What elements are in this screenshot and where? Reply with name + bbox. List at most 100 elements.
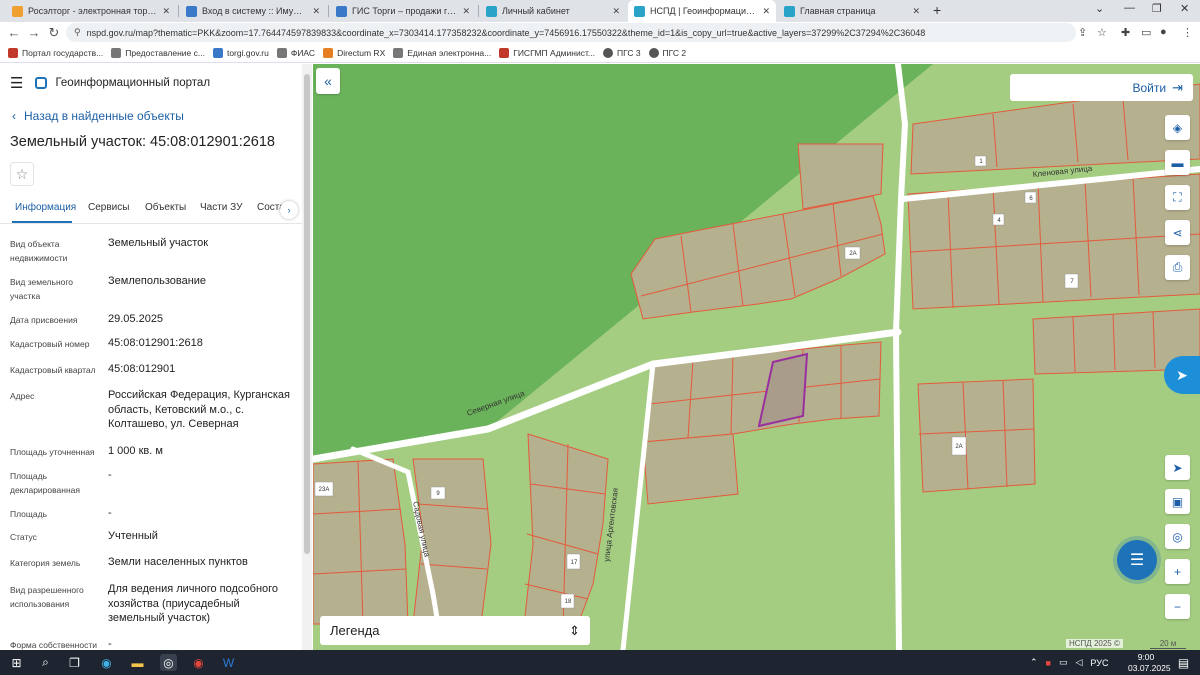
object-info-panel: ☰ Геоинформационный портал ‹ Назад в най… xyxy=(0,64,313,650)
file-explorer-icon[interactable]: ▬ xyxy=(129,654,146,671)
close-icon[interactable]: ✕ xyxy=(912,6,920,17)
back-arrow-icon[interactable]: ← xyxy=(4,25,24,40)
area-select-button[interactable]: ⛶ xyxy=(1165,185,1190,210)
kebab-menu-icon[interactable]: ⋮ xyxy=(1182,26,1193,39)
double-chevron-left-icon: « xyxy=(324,73,332,89)
back-to-results-link[interactable]: ‹ Назад в найденные объекты xyxy=(12,109,184,123)
clock[interactable]: 9:00 03.07.2025 xyxy=(1128,652,1171,674)
bookmark[interactable]: Портал государств... xyxy=(8,47,104,58)
geolocation-icon: ◎ xyxy=(1172,529,1183,544)
browser-tab[interactable]: ГИС Торги – продажи государс ✕ xyxy=(330,0,476,22)
language-indicator[interactable]: РУС xyxy=(1090,658,1108,668)
collapse-panel-button[interactable]: « xyxy=(316,68,340,94)
bookmark[interactable]: ПГС 2 xyxy=(648,47,686,58)
tab-information[interactable]: Информация xyxy=(15,202,76,213)
locate-button[interactable]: ➤ xyxy=(1165,455,1190,480)
bookmark[interactable]: ПГС 3 xyxy=(602,47,641,58)
hamburger-menu-icon[interactable]: ☰ xyxy=(10,74,23,92)
globe-icon xyxy=(602,47,613,58)
star-icon: ☆ xyxy=(15,165,29,182)
new-tab-button[interactable]: + xyxy=(933,2,941,18)
object-title: Земельный участок: 45:08:012901:2618 xyxy=(10,134,275,150)
ruler-button[interactable]: ▬ xyxy=(1165,150,1190,175)
bookmark[interactable]: torgi.gov.ru xyxy=(212,47,269,58)
browser-tab[interactable]: Росэлторг - электронная торгов ✕ xyxy=(6,0,176,22)
close-icon[interactable]: ✕ xyxy=(462,6,470,17)
close-icon[interactable]: ✕ xyxy=(762,6,770,17)
share-icon[interactable]: ⇪ xyxy=(1078,26,1087,39)
cadastral-map[interactable]: 1 4 6 2А 7 2А 9 17 18 23А Кленовая улица… xyxy=(313,64,1200,650)
browser-tab[interactable]: Личный кабинет ✕ xyxy=(480,0,626,22)
nspd-favicon-icon xyxy=(634,5,645,17)
zoom-out-button[interactable]: − xyxy=(1165,594,1190,619)
bookmark-label: torgi.gov.ru xyxy=(226,47,269,58)
print-button[interactable]: ⎙ xyxy=(1165,255,1190,280)
minus-icon: − xyxy=(1173,599,1181,614)
star-icon[interactable]: ☆ xyxy=(1097,26,1107,39)
extensions-icon[interactable]: ✚ xyxy=(1121,26,1130,39)
tab-parcel-parts[interactable]: Части ЗУ xyxy=(200,202,242,213)
layers-button[interactable]: ◈ xyxy=(1165,115,1190,140)
browser-tab-active[interactable]: НСПД | Геоинформационный п ✕ xyxy=(628,0,776,22)
bookmark-label: Портал государств... xyxy=(22,47,104,58)
chevron-down-icon[interactable]: ⌄ xyxy=(1095,2,1104,15)
address-bar[interactable]: ⚲ nspd.gov.ru/map?thematic=PKK&zoom=17.76… xyxy=(66,23,1076,42)
nspd-app-icon[interactable]: ◎ xyxy=(160,654,177,671)
bookmark[interactable]: Предоставление с... xyxy=(111,47,205,58)
legend-selector[interactable]: Легенда ⇕ xyxy=(320,616,590,645)
login-button[interactable]: Войти ⇥ xyxy=(1010,74,1193,101)
sidebar-icon[interactable]: ▭ xyxy=(1141,26,1151,39)
chevron-up-icon[interactable]: ⌃ xyxy=(1030,657,1038,668)
forward-arrow-icon[interactable]: → xyxy=(24,25,44,40)
zoom-in-button[interactable]: + xyxy=(1165,559,1190,584)
notifications-icon[interactable]: ▤ xyxy=(1175,654,1192,671)
browser-tab[interactable]: Главная страница ✕ xyxy=(778,0,926,22)
network-icon[interactable]: ▭ xyxy=(1059,657,1068,668)
bookmark[interactable]: Единая электронна... xyxy=(393,47,491,58)
tab-objects[interactable]: Объекты xyxy=(145,202,186,213)
property-value: 45:08:012901:2618 xyxy=(108,337,203,349)
side-service-tab[interactable]: ➤ xyxy=(1164,356,1200,394)
chat-assistant-button[interactable]: ☰ xyxy=(1117,540,1157,580)
site-info-icon[interactable]: ⚲ xyxy=(74,27,81,38)
edge-icon[interactable]: ◉ xyxy=(98,654,115,671)
profile-icon[interactable]: ● xyxy=(1160,26,1167,38)
bookmark[interactable]: Directum RX xyxy=(323,47,386,58)
minimize-icon[interactable]: — xyxy=(1124,2,1135,14)
close-icon[interactable]: ✕ xyxy=(612,6,620,17)
share-button[interactable]: ⋖ xyxy=(1165,220,1190,245)
panel-scrollbar-thumb[interactable] xyxy=(304,74,310,554)
word-icon[interactable]: W xyxy=(220,654,237,671)
property-value: Землепользование xyxy=(108,275,207,287)
volume-icon[interactable]: ◁ xyxy=(1076,657,1083,668)
bookmark-favicon-icon xyxy=(499,47,510,58)
property-label: Вид земельного участка xyxy=(10,277,74,301)
close-icon[interactable]: ✕ xyxy=(162,6,170,17)
geolocation-button[interactable]: ◎ xyxy=(1165,524,1190,549)
bookmark[interactable]: ФИАС xyxy=(276,47,315,58)
close-icon[interactable]: ✕ xyxy=(312,6,320,17)
chrome-icon[interactable]: ◉ xyxy=(190,654,207,671)
antivirus-icon[interactable]: ■ xyxy=(1046,658,1051,668)
windows-start-icon[interactable]: ⊞ xyxy=(8,654,25,671)
navigation-arrow-icon: ➤ xyxy=(1172,460,1183,475)
search-icon[interactable]: ⌕ xyxy=(37,654,54,671)
property-label: Площадь уточненная xyxy=(10,447,95,457)
task-view-icon[interactable]: ❐ xyxy=(66,654,83,671)
restore-icon[interactable]: ❐ xyxy=(1152,2,1162,15)
plus-icon: + xyxy=(1173,564,1181,579)
tabs-scroll-right-button[interactable]: › xyxy=(280,201,298,219)
browser-tab[interactable]: Вход в систему :: Имущественн ✕ xyxy=(180,0,326,22)
reload-icon[interactable]: ↻ xyxy=(44,25,64,41)
minimap-button[interactable]: ▣ xyxy=(1165,489,1190,514)
bookmark[interactable]: ГИСГМП Админист... xyxy=(499,47,595,58)
bookmark-label: Directum RX xyxy=(337,47,386,58)
tab-services[interactable]: Сервисы xyxy=(88,202,129,213)
map-attribution: НСПД 2025 © xyxy=(1066,639,1123,648)
portal-header: ☰ Геоинформационный портал xyxy=(10,74,210,92)
close-window-icon[interactable]: ✕ xyxy=(1180,2,1189,15)
property-value: 29.05.2025 xyxy=(108,313,164,325)
favorite-button[interactable]: ☆ xyxy=(10,162,34,186)
login-icon: ⇥ xyxy=(1172,79,1183,95)
bookmark-favicon-icon xyxy=(212,47,223,58)
